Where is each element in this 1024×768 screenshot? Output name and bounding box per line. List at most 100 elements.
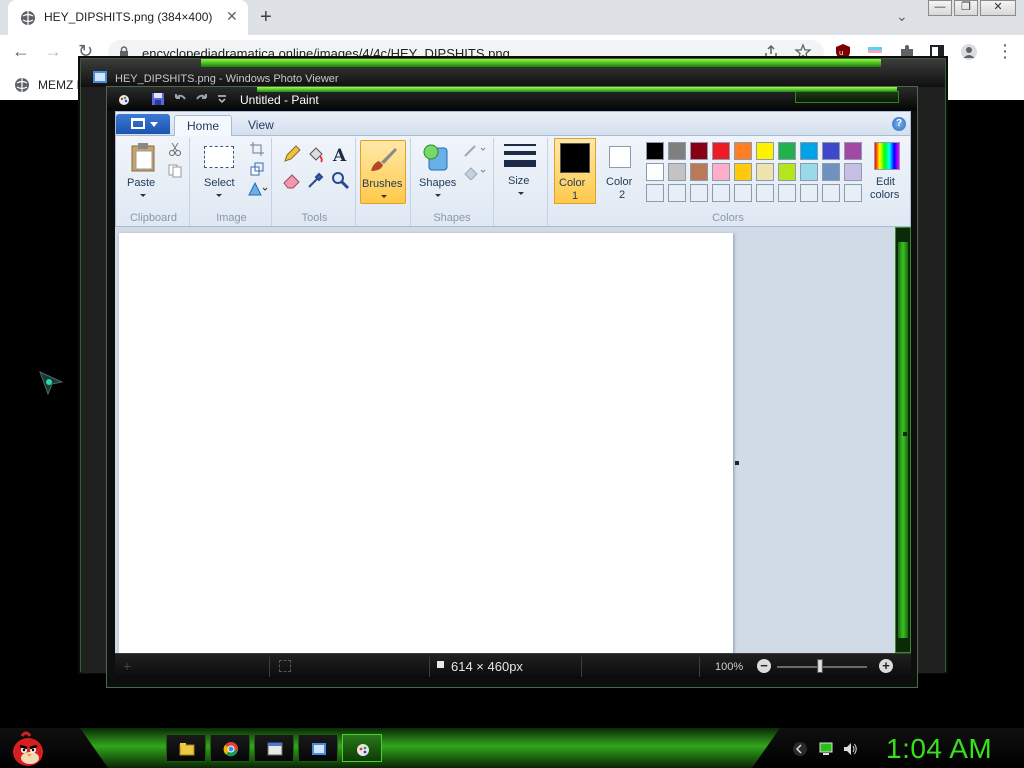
palette-swatch[interactable]: [690, 184, 708, 202]
palette-swatch[interactable]: [822, 163, 840, 181]
brushes-button[interactable]: Brushes: [360, 140, 406, 204]
palette-swatch[interactable]: [778, 184, 796, 202]
start-button-angry-bird-icon[interactable]: [8, 728, 48, 768]
color2-button[interactable]: Color 2: [600, 138, 642, 204]
palette-swatch[interactable]: [822, 142, 840, 160]
size-group[interactable]: Size: [496, 138, 548, 226]
volume-icon[interactable]: [842, 741, 858, 757]
paint-window-controls[interactable]: [795, 91, 899, 103]
shapes-button[interactable]: Shapes: [415, 140, 459, 202]
palette-swatch[interactable]: [822, 184, 840, 202]
new-tab-button[interactable]: +: [260, 6, 272, 29]
color1-button[interactable]: Color 1: [554, 138, 596, 204]
taskbar-clock[interactable]: 1:04 AM: [886, 733, 992, 765]
photo-viewer-icon: [312, 743, 326, 755]
palette-swatch[interactable]: [690, 142, 708, 160]
drawing-canvas[interactable]: [119, 233, 733, 653]
browser-tab[interactable]: HEY_DIPSHITS.png (384×400) ✕: [8, 0, 248, 35]
fill-icon[interactable]: [463, 164, 489, 180]
edit-colors-button[interactable]: Edit colors: [868, 138, 906, 204]
scrollbar-thumb[interactable]: [898, 242, 908, 638]
tab-home[interactable]: Home: [174, 115, 233, 136]
paint-titlebar[interactable]: Untitled - Paint: [107, 87, 917, 111]
cut-icon[interactable]: [168, 142, 182, 156]
palette-swatch[interactable]: [668, 184, 686, 202]
paint-icon: [357, 744, 369, 756]
paint-menu-button[interactable]: [116, 114, 170, 134]
palette-swatch[interactable]: [844, 142, 862, 160]
palette-swatch[interactable]: [668, 142, 686, 160]
globe-icon: [21, 11, 35, 25]
palette-swatch[interactable]: [668, 163, 686, 181]
canvas-area: [115, 227, 895, 653]
palette-swatch[interactable]: [778, 163, 796, 181]
minimize-button[interactable]: —: [928, 0, 952, 16]
palette-swatch[interactable]: [756, 184, 774, 202]
close-window-button[interactable]: ✕: [980, 0, 1016, 16]
color-picker-icon[interactable]: [306, 170, 326, 190]
bookmark-memz[interactable]: MEMZ D: [38, 78, 85, 92]
restore-button[interactable]: ❐: [954, 0, 978, 16]
select-button[interactable]: Select: [198, 140, 240, 202]
image-group-label: Image: [216, 212, 247, 224]
edit-colors-icon: [874, 142, 900, 170]
crop-icon[interactable]: [250, 142, 264, 156]
tray-arrow-icon[interactable]: [792, 741, 808, 757]
eraser-icon[interactable]: [282, 170, 302, 190]
taskbar-chrome[interactable]: [210, 734, 250, 762]
canvas-resize-handle[interactable]: [735, 461, 739, 465]
paste-button[interactable]: Paste: [122, 140, 164, 202]
resize-icon[interactable]: [250, 162, 264, 176]
rotate-icon[interactable]: [248, 182, 268, 196]
palette-swatch[interactable]: [800, 163, 818, 181]
zoom-in-button[interactable]: +: [879, 659, 893, 673]
palette-swatch[interactable]: [844, 163, 862, 181]
customize-qat-icon[interactable]: [215, 92, 229, 106]
back-button[interactable]: ←: [12, 41, 30, 62]
palette-swatch[interactable]: [734, 163, 752, 181]
photo-viewer-titlebar[interactable]: HEY_DIPSHITS.png - Windows Photo Viewer: [81, 59, 945, 87]
vertical-scrollbar[interactable]: [895, 227, 911, 653]
help-icon[interactable]: ?: [892, 117, 906, 131]
palette-swatch[interactable]: [712, 163, 730, 181]
pencil-icon[interactable]: [282, 144, 302, 164]
magnifier-icon[interactable]: [330, 170, 350, 190]
palette-swatch[interactable]: [734, 142, 752, 160]
redo-icon[interactable]: [195, 92, 209, 106]
palette-swatch[interactable]: [690, 163, 708, 181]
save-icon[interactable]: [151, 92, 165, 106]
taskbar-photo-viewer[interactable]: [298, 734, 338, 762]
palette-swatch[interactable]: [646, 163, 664, 181]
palette-swatch[interactable]: [712, 142, 730, 160]
palette-swatch[interactable]: [646, 142, 664, 160]
palette-swatch[interactable]: [756, 163, 774, 181]
outline-icon[interactable]: [463, 142, 489, 158]
palette-swatch[interactable]: [734, 184, 752, 202]
tab-view[interactable]: View: [236, 115, 286, 136]
chrome-menu-icon[interactable]: ⋮: [996, 41, 1014, 62]
palette-swatch[interactable]: [800, 184, 818, 202]
close-tab-icon[interactable]: ✕: [226, 8, 238, 25]
taskbar-paint[interactable]: [342, 734, 382, 762]
svg-text:u: u: [839, 49, 843, 57]
forward-button[interactable]: →: [44, 41, 62, 62]
zoom-out-button[interactable]: −: [757, 659, 771, 673]
network-icon[interactable]: [818, 741, 834, 757]
palette-swatch[interactable]: [756, 142, 774, 160]
profile-avatar-icon[interactable]: [960, 43, 978, 61]
copy-icon[interactable]: [168, 164, 182, 178]
taskbar-window[interactable]: [254, 734, 294, 762]
palette-swatch[interactable]: [646, 184, 664, 202]
palette-swatch[interactable]: [844, 184, 862, 202]
fill-bucket-icon[interactable]: [306, 144, 326, 164]
text-icon[interactable]: A: [330, 144, 350, 164]
palette-swatch[interactable]: [712, 184, 730, 202]
undo-icon[interactable]: [173, 92, 187, 106]
palette-swatch[interactable]: [778, 142, 796, 160]
palette-swatch[interactable]: [800, 142, 818, 160]
selection-size-icon: [279, 660, 291, 672]
paint-app-icon[interactable]: [117, 92, 131, 106]
zoom-slider-thumb[interactable]: [817, 659, 823, 673]
tab-search-icon[interactable]: ⌄: [896, 8, 908, 25]
taskbar-explorer[interactable]: [166, 734, 206, 762]
